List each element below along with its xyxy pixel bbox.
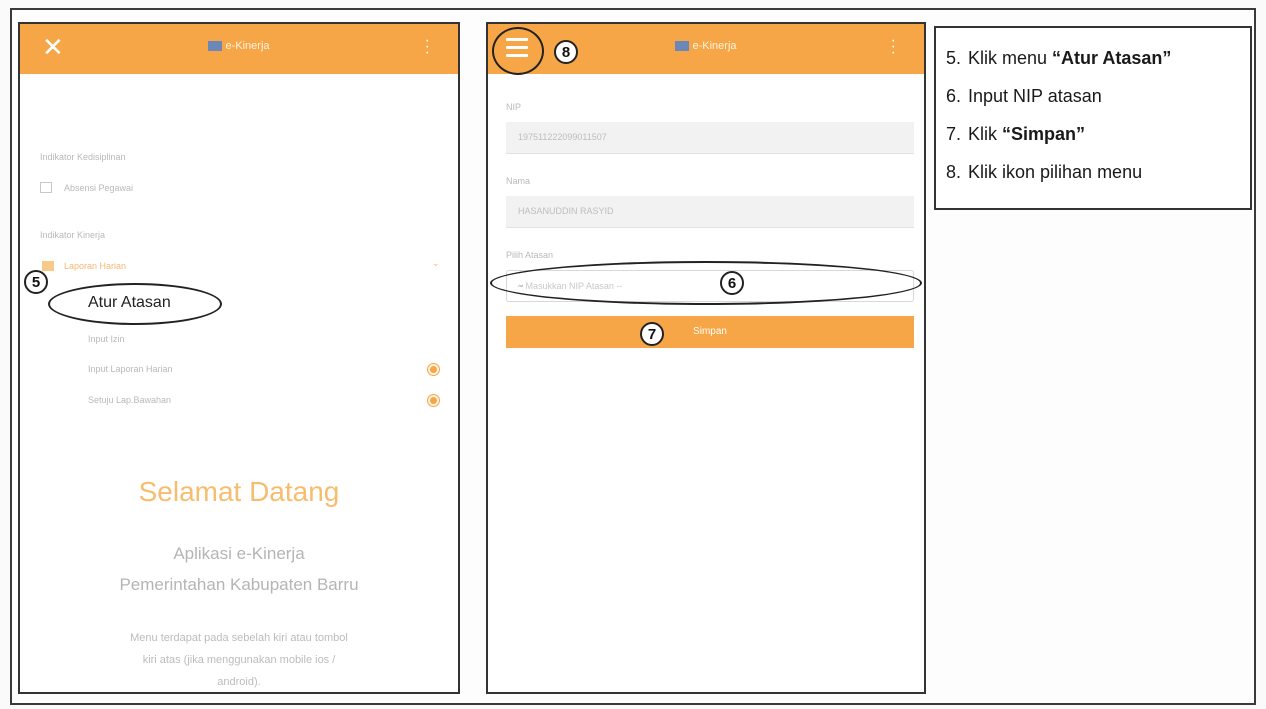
app-title-text: e-Kinerja — [692, 40, 737, 52]
app-bar: ✕ e-Kinerja · · · — [20, 24, 458, 74]
section-label-kedisiplinan: Indikator Kedisiplinan — [40, 152, 126, 162]
highlight-ellipse-atur-atasan — [48, 283, 222, 325]
legend-text: Klik ikon pilihan menu — [968, 162, 1143, 182]
more-vert-icon[interactable]: · · · — [425, 33, 430, 61]
instruction-legend: 5. Klik menu “Atur Atasan” 6. Input NIP at… — [934, 26, 1252, 210]
app-title-text: e-Kinerja — [225, 40, 270, 52]
pilih-atasan-label: Pilih Atasan — [506, 250, 554, 260]
welcome-subtitle-2: Pemerintahan Kabupaten Barru — [119, 575, 359, 594]
legend-item-5: 5. Klik menu “Atur Atasan” — [946, 48, 1240, 86]
report-icon — [42, 261, 54, 271]
callout-7: 7 — [640, 322, 664, 346]
nip-value: 197511222099011507 — [518, 132, 607, 142]
section-label-kinerja: Indikator Kinerja — [40, 230, 106, 240]
highlight-ellipse-menu — [492, 27, 544, 75]
menu-item-input-izin[interactable]: Input Izin — [88, 334, 125, 344]
legend-item-6: 6. Input NIP atasan — [946, 86, 1240, 124]
legend-num: 5. — [946, 48, 962, 68]
count-badge — [428, 395, 439, 406]
app-logo-icon — [675, 41, 690, 52]
simpan-button[interactable]: Simpan — [506, 316, 914, 348]
right-phone-screen: e-Kinerja · · · NIP 197511222099011507 Nam… — [486, 22, 926, 694]
legend-num: 8. — [946, 162, 962, 182]
nama-value: HASANUDDIN RASYID — [518, 206, 614, 216]
callout-5: 5 — [24, 270, 48, 294]
menu-item-absensi[interactable]: Absensi Pegawai — [64, 183, 133, 193]
nip-field[interactable]: 197511222099011507 — [506, 122, 914, 154]
chevron-down-icon[interactable]: ⌄ — [432, 258, 440, 269]
nama-label: Nama — [506, 176, 531, 186]
legend-text: Input NIP atasan — [968, 86, 1102, 106]
highlight-ellipse-atasan — [490, 261, 922, 305]
menu-item-laporan-harian[interactable]: Laporan Harian — [64, 261, 126, 271]
welcome-desc-1: Menu terdapat pada sebelah kiri atau tom… — [130, 632, 348, 644]
legend-item-7: 7. Klik “Simpan” — [946, 124, 1240, 162]
legend-num: 7. — [946, 124, 962, 144]
legend-item-8: 8. Klik ikon pilihan menu — [946, 162, 1240, 200]
callout-6: 6 — [720, 271, 744, 295]
app-title: e-Kinerja — [20, 40, 458, 52]
legend-bold: “Atur Atasan” — [1052, 48, 1172, 68]
welcome-title: Selamat Datang — [138, 476, 340, 507]
legend-text: Klik — [968, 124, 1003, 144]
legend-bold: “Simpan” — [1002, 124, 1086, 144]
welcome-subtitle: Aplikasi e-Kinerja — [173, 544, 305, 563]
legend-num: 6. — [946, 86, 962, 106]
callout-8: 8 — [554, 40, 578, 64]
menu-item-input-laporan[interactable]: Input Laporan Harian — [88, 364, 173, 374]
calendar-icon — [40, 182, 52, 193]
nama-field[interactable]: HASANUDDIN RASYID — [506, 196, 914, 228]
nip-label: NIP — [506, 102, 522, 112]
legend-text: Klik menu — [968, 48, 1053, 68]
simpan-label: Simpan — [693, 326, 727, 337]
welcome-desc-2: kiri atas (jika menggunakan mobile ios / — [142, 654, 336, 666]
app-logo-icon — [208, 41, 223, 52]
menu-item-setuju-lap[interactable]: Setuju Lap.Bawahan — [88, 395, 171, 405]
more-vert-icon[interactable]: · · · — [891, 33, 896, 61]
left-phone-screen: ✕ e-Kinerja · · · Indikator Kedisiplinan A… — [18, 22, 460, 694]
count-badge — [428, 364, 439, 375]
welcome-desc-3: android). — [217, 676, 261, 688]
